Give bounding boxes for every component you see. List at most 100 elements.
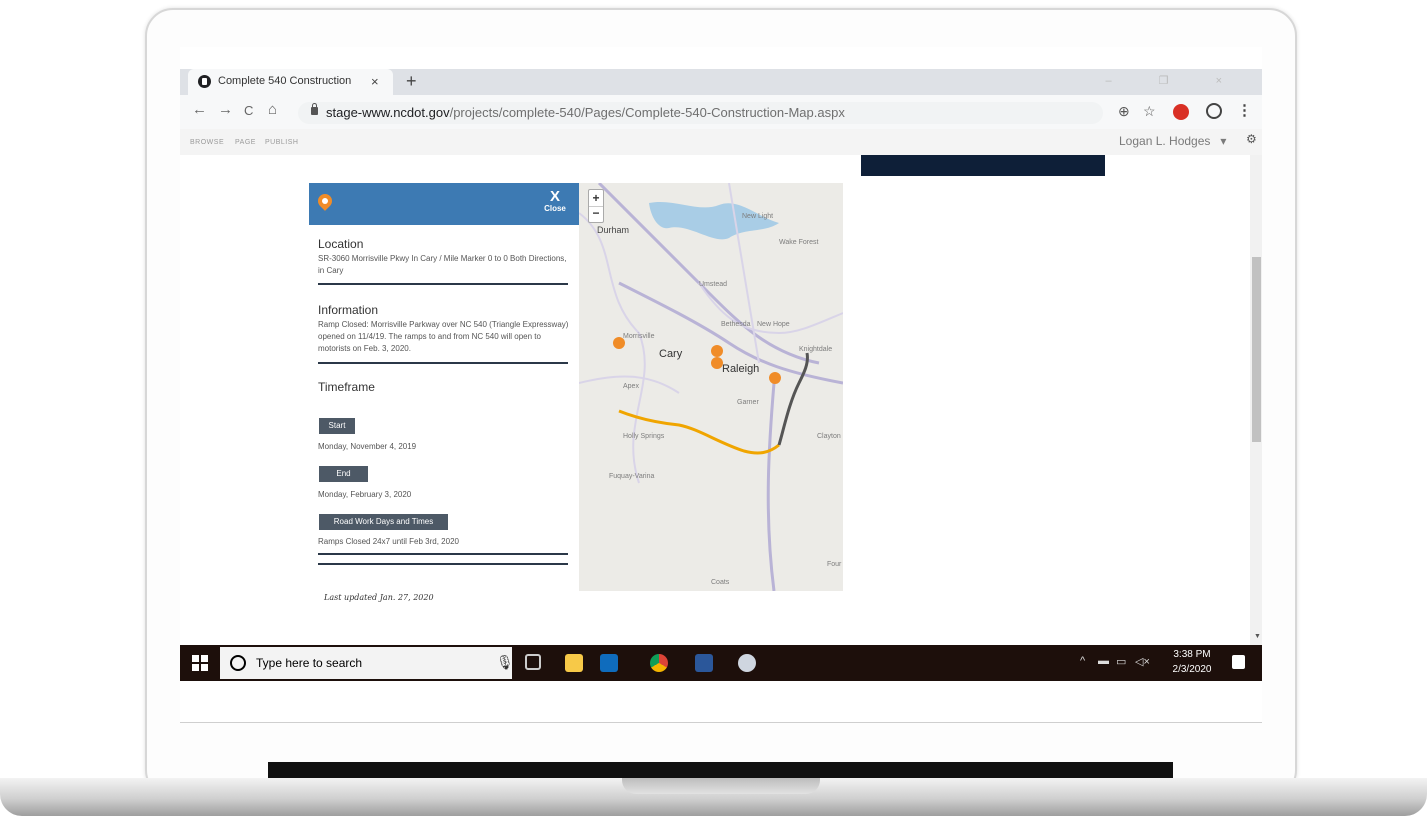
map-label-raleigh: Raleigh	[722, 363, 760, 375]
laptop-notch	[622, 778, 820, 794]
browser-tab[interactable]: Complete 540 Construction ×	[188, 69, 393, 95]
falls-lake	[649, 201, 779, 240]
start-button[interactable]: Start	[319, 418, 355, 434]
reload-button[interactable]: C	[244, 103, 253, 118]
chevron-down-icon: ▾	[1220, 134, 1227, 148]
divider	[318, 553, 568, 555]
map-label-coats: Coats	[711, 579, 730, 586]
chrome-icon[interactable]	[650, 654, 668, 672]
notification-icon[interactable]	[1232, 655, 1245, 669]
home-button[interactable]: ⌂	[268, 101, 277, 118]
word-icon[interactable]	[695, 654, 713, 672]
laptop-hinge-bar	[268, 762, 1173, 778]
map-label-four-oaks: Four	[827, 561, 842, 568]
end-date: Monday, February 3, 2020	[318, 490, 412, 499]
map-label-garner: Garner	[737, 399, 759, 406]
taskbar-search-box[interactable]: Type here to search 🎙	[220, 647, 514, 679]
divider	[318, 563, 568, 565]
interstate-95	[766, 382, 776, 591]
map-label-fuquay-varina: Fuquay-Varina	[609, 473, 655, 480]
map-label-new-light: New Light	[742, 213, 774, 220]
tray-expand-icon[interactable]: ^	[1080, 655, 1085, 667]
extension-icon[interactable]	[1173, 104, 1189, 120]
screen-bottom-edge	[180, 722, 1262, 723]
back-button[interactable]: ←	[192, 101, 207, 118]
map-label-knightdale: Knightdale	[799, 346, 833, 353]
end-button[interactable]: End	[319, 466, 368, 482]
location-heading: Location	[318, 237, 364, 251]
information-section: Information Ramp Closed: Morrisville Par…	[318, 303, 570, 355]
url-path: /projects/complete-540/Pages/Complete-54…	[449, 105, 845, 120]
map-label-bethesda: Bethesda	[721, 321, 751, 328]
timeframe-heading: Timeframe	[318, 380, 375, 394]
zoom-out-button[interactable]: −	[589, 206, 603, 222]
tabbar-top	[180, 47, 1262, 69]
map-label-cary: Cary	[659, 348, 683, 360]
zoom-in-button[interactable]: +	[589, 190, 603, 207]
tab-title: Complete 540 Construction	[218, 75, 352, 87]
profile-icon[interactable]	[1206, 103, 1222, 119]
header-banner	[861, 155, 1105, 176]
new-tab-button[interactable]: +	[406, 71, 417, 92]
network-icon[interactable]: ▭	[1116, 655, 1126, 668]
zoom-icon[interactable]: ⊕	[1118, 103, 1130, 120]
construction-route[interactable]	[618, 409, 780, 455]
cortana-icon	[230, 655, 246, 671]
ribbon-tab-page[interactable]: PAGE	[235, 139, 256, 146]
map-label-apex: Apex	[623, 383, 639, 390]
window-controls[interactable]: – ❐ ×	[1105, 74, 1244, 87]
user-name: Logan L. Hodges	[1119, 134, 1211, 148]
road-work-button[interactable]: Road Work Days and Times	[319, 514, 448, 530]
gear-icon[interactable]: ⚙	[1246, 132, 1257, 146]
map-label-clayton: Clayton	[817, 433, 841, 440]
location-pin-icon	[315, 191, 335, 211]
information-body: Ramp Closed: Morrisville Parkway over NC…	[318, 320, 569, 353]
tab-close-icon[interactable]: ×	[371, 74, 379, 89]
screen: Complete 540 Construction × + – ❐ × ← → …	[180, 47, 1262, 722]
completed-route[interactable]	[777, 352, 809, 446]
volume-icon[interactable]: ◁×	[1135, 655, 1150, 668]
microphone-icon[interactable]: 🎙	[496, 654, 514, 671]
map-label-wake-forest: Wake Forest	[779, 239, 819, 246]
divider	[318, 283, 568, 285]
map-marker[interactable]	[769, 372, 781, 384]
outlook-icon[interactable]	[600, 654, 618, 672]
ribbon-tab-browse[interactable]: BROWSE	[190, 139, 224, 146]
url-field[interactable]: stage-www.ncdot.gov/projects/complete-54…	[298, 102, 1103, 124]
close-icon: X	[549, 188, 560, 205]
map-marker[interactable]	[711, 345, 723, 357]
windows-start-icon[interactable]	[192, 655, 208, 671]
clock-date: 2/3/2020	[1172, 664, 1212, 675]
system-clock[interactable]: 3:38 PM 2/3/2020	[1166, 647, 1218, 677]
user-name-menu[interactable]: Logan L. Hodges ▾	[1119, 134, 1226, 148]
task-view-icon[interactable]	[525, 654, 541, 670]
map-label-morrisville: Morrisville	[623, 333, 655, 340]
scrollbar-thumb[interactable]	[1252, 257, 1261, 442]
road-work-text: Ramps Closed 24x7 until Feb 3rd, 2020	[318, 537, 459, 546]
url-domain: stage-www.ncdot.gov	[326, 105, 450, 120]
timeframe-section: Timeframe	[318, 380, 570, 394]
map-label-holly-springs: Holly Springs	[623, 433, 665, 440]
windows-taskbar: Type here to search 🎙 ^ ▬ ▭ ◁× 3:38 PM 2…	[180, 645, 1262, 681]
divider	[318, 362, 568, 364]
site-favicon-icon	[198, 75, 211, 88]
map-label-durham: Durham	[597, 225, 630, 235]
road	[579, 212, 646, 484]
battery-icon[interactable]: ▬	[1098, 655, 1109, 667]
clock-time: 3:38 PM	[1173, 649, 1211, 660]
scroll-down-arrow-icon[interactable]: ▼	[1254, 633, 1261, 640]
browser-menu-icon[interactable]: ⋮	[1237, 101, 1252, 119]
close-button[interactable]: X Close	[535, 189, 575, 213]
last-updated: Last updated Jan. 27, 2020	[324, 593, 434, 602]
map-label-umstead: Umstead	[699, 281, 728, 288]
bookmark-star-icon[interactable]: ☆	[1143, 103, 1156, 120]
close-label: Close	[544, 204, 566, 213]
file-explorer-icon[interactable]	[565, 654, 583, 672]
construction-map[interactable]: Durham New Light Wake Forest Umstead Mor…	[579, 183, 843, 591]
location-body: SR-3060 Morrisville Pkwy In Cary / Mile …	[318, 254, 567, 275]
information-heading: Information	[318, 303, 379, 317]
forward-button[interactable]: →	[218, 101, 233, 118]
sharepoint-ribbon: BROWSE PAGE PUBLISH Logan L. Hodges ▾ ⚙	[180, 129, 1262, 155]
snipping-tool-icon[interactable]	[738, 654, 756, 672]
ribbon-tab-publish[interactable]: PUBLISH	[265, 139, 298, 146]
